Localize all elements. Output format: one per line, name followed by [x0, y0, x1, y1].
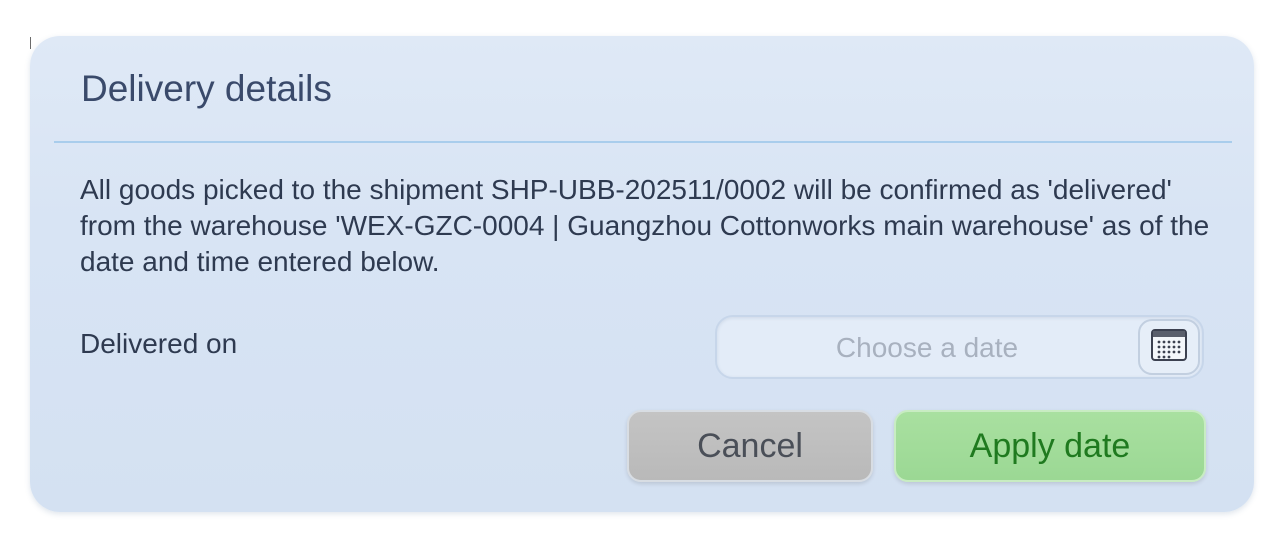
- delivered-on-label: Delivered on: [80, 328, 238, 359]
- cancel-button[interactable]: Cancel: [627, 410, 873, 482]
- delivered-on-date-input[interactable]: [725, 323, 1129, 373]
- dialog-title: Delivery details: [81, 68, 332, 109]
- calendar-icon: [1150, 328, 1188, 367]
- open-calendar-button[interactable]: [1138, 319, 1200, 375]
- confirmation-message: All goods picked to the shipment SHP-UBB…: [80, 174, 1210, 277]
- dialog-header: Delivery details: [30, 36, 1254, 143]
- delivery-details-dialog: Delivery details All goods picked to the…: [30, 36, 1254, 512]
- header-divider: [54, 141, 1232, 143]
- apply-date-button[interactable]: Apply date: [894, 410, 1206, 482]
- delivered-on-date-field[interactable]: [715, 315, 1204, 379]
